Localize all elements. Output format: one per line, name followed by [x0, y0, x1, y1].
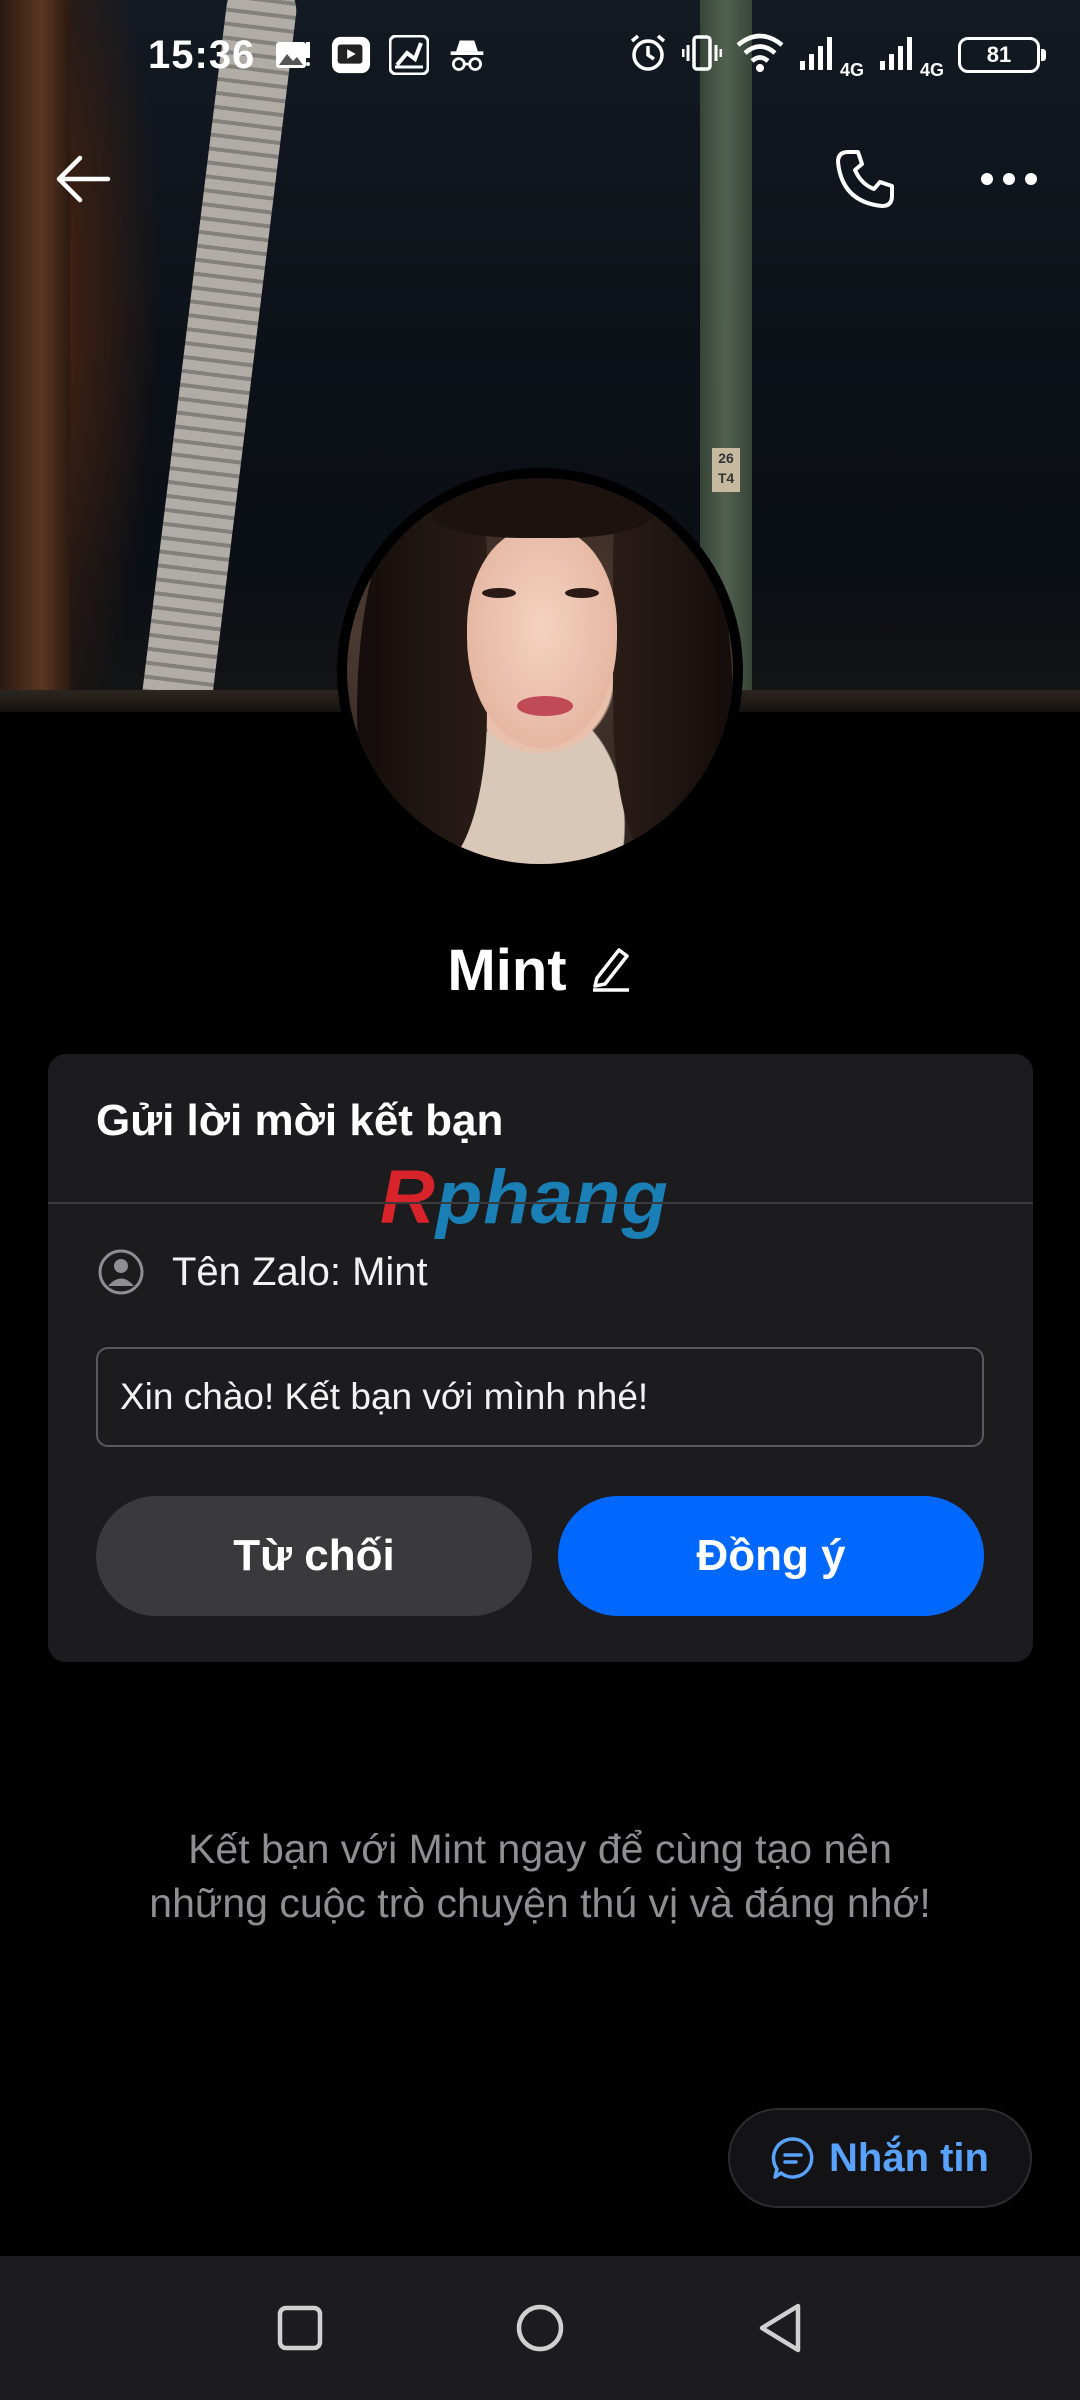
more-horizontal-icon [981, 173, 1037, 185]
accept-button[interactable]: Đồng ý [558, 1496, 984, 1616]
status-time: 15:36 [148, 32, 256, 77]
triangle-back-icon [759, 2303, 801, 2353]
incognito-icon [447, 35, 487, 75]
more-button[interactable] [964, 134, 1054, 224]
battery-level: 81 [986, 42, 1012, 67]
friend-request-title: Gửi lời mời kết bạn [96, 1096, 504, 1145]
back-button[interactable] [38, 134, 128, 224]
message-button[interactable]: Nhắn tin [728, 2108, 1032, 2208]
network-type-label: 4G [839, 59, 864, 80]
avatar-eye [482, 588, 516, 598]
system-nav-bar [0, 2256, 1080, 2400]
cover-sign: 26 T4 [712, 448, 740, 492]
battery-icon: 81 [958, 37, 1046, 73]
arrow-left-icon [56, 155, 111, 203]
alarm-icon [628, 33, 668, 78]
watermark-logo: Rphang [380, 1154, 669, 1241]
call-button[interactable] [820, 134, 910, 224]
avatar-lips [517, 696, 573, 716]
decline-button[interactable]: Từ chối [96, 1496, 532, 1616]
nav-back-button[interactable] [735, 2283, 825, 2373]
zalo-name-label: Tên Zalo: Mint [172, 1249, 428, 1294]
pencil-icon [592, 947, 629, 992]
clean-app-icon [389, 35, 430, 75]
nav-home-button[interactable] [495, 2283, 585, 2373]
network-type-label-2: 4G [919, 59, 944, 80]
add-friend-suggestion: Kết bạn với Mint ngay để cùng tạo nên nh… [149, 1826, 931, 1926]
friend-request-card: Gửi lời mời kết bạn Rphang Tên Zalo: Min… [48, 1054, 1033, 1662]
avatar-photo [347, 478, 733, 864]
square-icon [277, 2305, 323, 2351]
nav-recents-button[interactable] [255, 2283, 345, 2373]
status-bar: 15:36 4G 4G 81 [0, 0, 1080, 110]
avatar[interactable] [337, 468, 743, 874]
chat-bubble-icon [771, 2137, 814, 2179]
video-app-icon [331, 35, 371, 75]
watermark-part-1: R [380, 1155, 436, 1240]
profile-name-row: Mint [0, 930, 1080, 1010]
watermark-part-2: phang [435, 1155, 669, 1240]
friend-request-message-input[interactable] [96, 1347, 984, 1447]
avatar-eye [565, 588, 599, 598]
edit-name-button[interactable] [589, 944, 633, 997]
vibrate-icon [681, 33, 723, 78]
zalo-name-row: Tên Zalo: Mint [98, 1249, 428, 1295]
avatar-bangs [432, 478, 652, 538]
gallery-icon [273, 35, 313, 75]
message-button-label: Nhắn tin [829, 2135, 989, 2180]
circle-icon [516, 2304, 564, 2352]
profile-name: Mint [447, 937, 567, 1003]
card-divider [48, 1202, 1033, 1204]
status-right: 4G 4G 81 [628, 30, 1046, 81]
phone-icon [836, 150, 894, 208]
user-icon [98, 1249, 144, 1295]
status-left: 15:36 [148, 33, 487, 78]
signal-icon-2 [878, 35, 914, 76]
wifi-icon [736, 33, 784, 78]
signal-icon [798, 35, 834, 76]
